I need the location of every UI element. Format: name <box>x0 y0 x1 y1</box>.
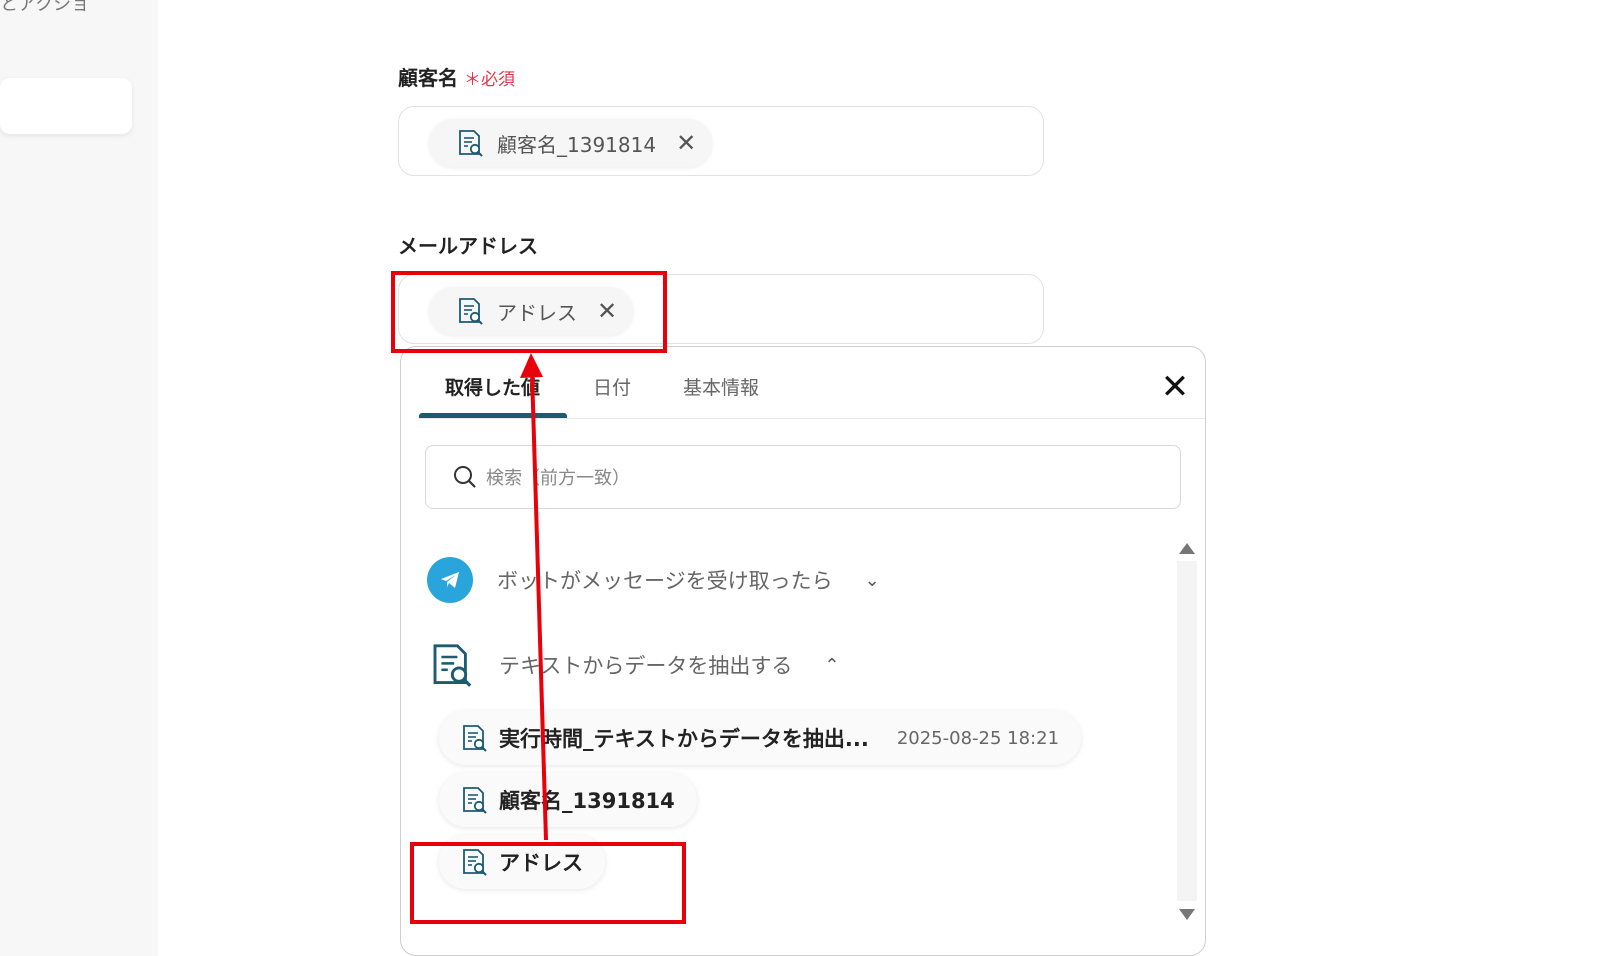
active-tab-indicator <box>419 413 567 418</box>
highlight-box-email-field <box>391 271 667 353</box>
customer-name-field[interactable]: 顧客名_1391814 ✕ <box>398 106 1044 176</box>
search-icon <box>454 466 476 488</box>
customer-name-chip[interactable]: 顧客名_1391814 ✕ <box>429 119 713 167</box>
required-mark: ＊必須 <box>464 70 515 90</box>
tab-acquired-values[interactable]: 取得した値 <box>445 373 540 400</box>
telegram-icon <box>427 557 473 603</box>
tab-basic-info[interactable]: 基本情報 <box>683 373 759 400</box>
highlight-box-address-value <box>410 842 686 924</box>
value-item-customer-name[interactable]: 顧客名_1391814 <box>439 773 697 827</box>
close-icon[interactable]: ✕ <box>1157 369 1193 405</box>
customer-name-label: 顧客名 ＊必須 <box>398 62 515 91</box>
group-label: テキストからデータを抽出する <box>499 654 793 678</box>
group-label: ボットがメッセージを受け取ったら <box>497 569 833 593</box>
value-item-label: 顧客名_1391814 <box>499 789 675 813</box>
group-bot-message[interactable]: ボットがメッセージを受け取ったら ⌄ <box>427 557 880 603</box>
customer-name-label-text: 顧客名 <box>398 66 458 90</box>
value-item-timestamp: 2025-08-25 18:21 <box>896 727 1060 749</box>
sidebar-card[interactable] <box>0 78 132 134</box>
scrollbar[interactable] <box>1177 561 1197 901</box>
scroll-up-arrow-icon[interactable] <box>1179 543 1195 554</box>
search-placeholder: 検索（前方一致） <box>486 468 630 489</box>
extract-doc-icon <box>427 641 475 689</box>
chevron-down-icon[interactable]: ⌄ <box>865 570 880 591</box>
tab-bar: 取得した値 日付 基本情報 <box>419 347 1205 419</box>
value-item-label: 実行時間_テキストからデータを抽出... <box>499 727 869 751</box>
scroll-down-arrow-icon[interactable] <box>1179 909 1195 920</box>
extract-doc-icon <box>459 723 489 753</box>
customer-name-chip-label: 顧客名_1391814 <box>497 132 657 157</box>
close-icon[interactable]: ✕ <box>676 131 696 155</box>
sidebar-heading: とアクショ <box>0 0 90 15</box>
tab-date[interactable]: 日付 <box>593 373 631 400</box>
value-item-exec-time[interactable]: 実行時間_テキストからデータを抽出... 2025-08-25 18:21 <box>439 711 1082 765</box>
group-extract-data[interactable]: テキストからデータを抽出する ⌃ <box>427 641 839 689</box>
extract-doc-icon <box>455 128 485 158</box>
sidebar: とアクショ <box>0 0 158 956</box>
search-input[interactable]: 検索（前方一致） <box>425 445 1181 509</box>
extract-doc-icon <box>459 785 489 815</box>
chevron-up-icon[interactable]: ⌃ <box>824 655 839 676</box>
email-label: メールアドレス <box>398 234 538 258</box>
